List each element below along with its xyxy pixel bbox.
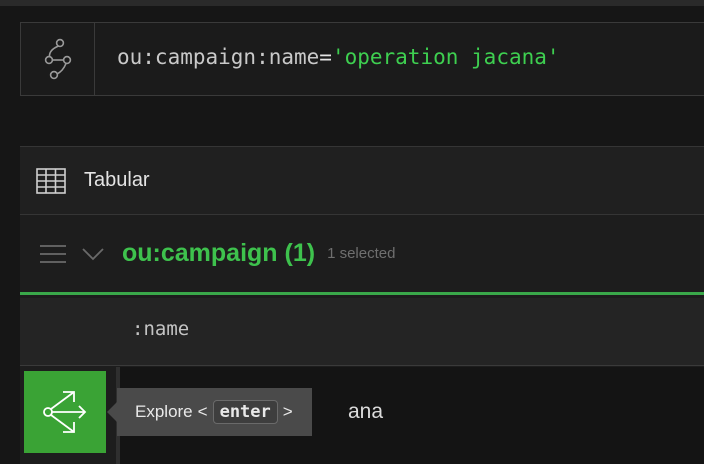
explore-button[interactable]: [24, 371, 106, 453]
column-name: :name: [132, 318, 190, 340]
explore-tooltip: Explore < enter >: [107, 388, 312, 436]
query-value: 'operation jacana': [331, 45, 560, 69]
query-operator: =: [319, 45, 332, 69]
selection-count: 1 selected: [327, 245, 396, 262]
query-property: ou:campaign:name: [117, 45, 320, 69]
tooltip-label: Explore: [135, 402, 193, 421]
query-input[interactable]: ou:campaign:name='operation jacana': [117, 45, 560, 69]
group-row[interactable]: ou:campaign (1) 1 selected: [20, 215, 704, 295]
graph-node-icon[interactable]: [21, 23, 95, 95]
tooltip-open-bracket: <: [197, 402, 208, 421]
tooltip-close-bracket: >: [282, 402, 293, 421]
top-strip: [0, 0, 704, 6]
view-header[interactable]: Tabular: [20, 147, 704, 215]
table-icon: [36, 167, 66, 194]
chevron-down-icon[interactable]: [82, 247, 104, 261]
view-label: Tabular: [84, 169, 150, 191]
column-header[interactable]: :name: [20, 298, 704, 366]
group-title: ou:campaign (1): [122, 239, 316, 267]
hamburger-menu-icon[interactable]: [40, 244, 66, 264]
keyboard-shortcut: enter: [212, 400, 278, 424]
query-bar[interactable]: ou:campaign:name='operation jacana': [20, 22, 704, 96]
cell-name-value: ana: [348, 400, 384, 423]
explore-share-icon: [43, 391, 87, 433]
